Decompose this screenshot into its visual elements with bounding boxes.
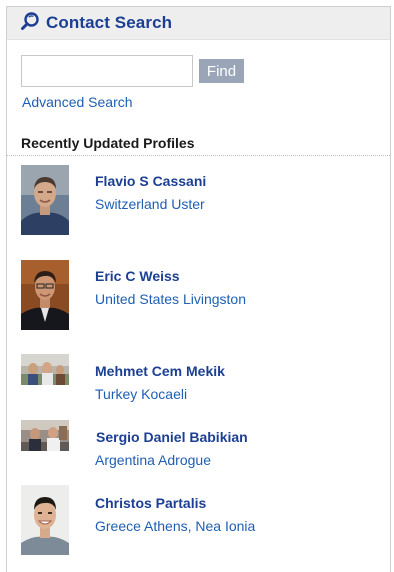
panel-header: Contact Search xyxy=(7,7,390,40)
panel-title: Contact Search xyxy=(46,13,173,32)
contact-search-panel: Contact Search Find Advanced Search Rece… xyxy=(6,6,391,572)
profile-name[interactable]: Sergio Daniel Babikian xyxy=(96,429,248,445)
section-divider xyxy=(7,155,390,156)
search-input[interactable] xyxy=(21,55,193,87)
profile-photo[interactable] xyxy=(21,354,69,385)
profile-photo[interactable] xyxy=(21,420,69,451)
profile-photo[interactable] xyxy=(21,165,69,235)
profile-name[interactable]: Eric C Weiss xyxy=(95,268,180,284)
profile-location: Switzerland Uster xyxy=(95,196,205,212)
search-row: Find xyxy=(21,55,244,87)
profile-location: Turkey Kocaeli xyxy=(95,386,188,402)
advanced-search-link[interactable]: Advanced Search xyxy=(22,94,133,110)
profile-name[interactable]: Christos Partalis xyxy=(95,495,206,511)
profile-location: Greece Athens, Nea Ionia xyxy=(95,518,256,534)
profile-name[interactable]: Mehmet Cem Mekik xyxy=(95,363,225,379)
profile-photo[interactable] xyxy=(21,485,69,555)
find-button[interactable]: Find xyxy=(199,59,244,83)
profile-location: Argentina Adrogue xyxy=(95,452,211,468)
recent-profiles-title: Recently Updated Profiles xyxy=(21,135,195,151)
profile-name[interactable]: Flavio S Cassani xyxy=(95,173,206,189)
profile-photo[interactable] xyxy=(21,260,69,330)
profile-location: United States Livingston xyxy=(95,291,246,307)
magnifier-icon xyxy=(20,11,40,36)
